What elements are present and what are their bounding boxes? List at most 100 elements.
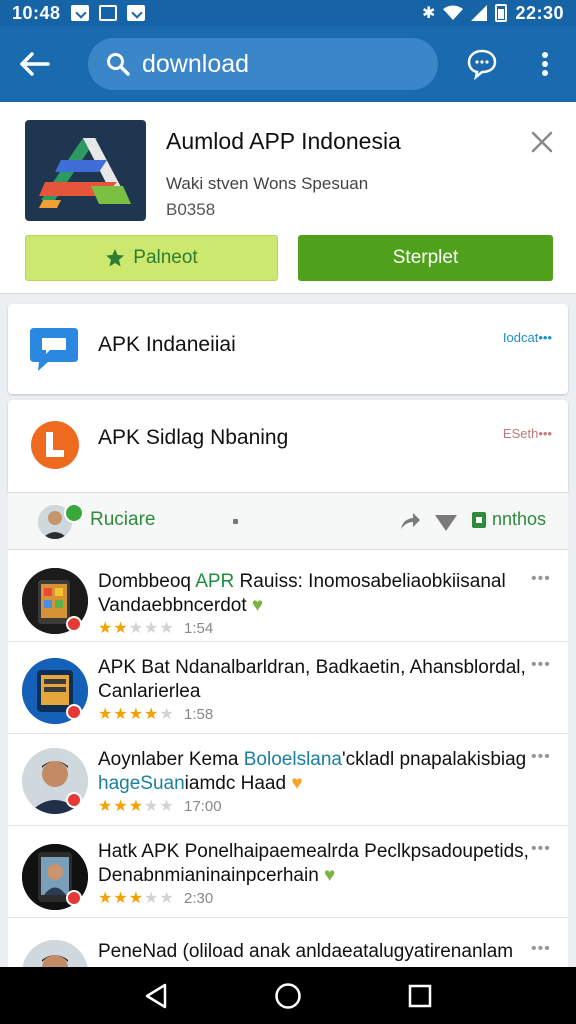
list-item[interactable]: Dombbeoq APR Rauiss: Inomosabeliaobkiisa… [8,550,568,642]
post-text: APK Bat Ndanalbarldran, Badkaetin, Ahans… [98,657,526,702]
wifi-icon [443,5,464,20]
rating-stars: ★★★★★ [98,704,175,724]
separator-dot [233,519,238,524]
promoted-app-title: Aumlod APP Indonesia [166,128,401,154]
star-filled-icon: ★ [113,798,129,815]
post-more-button[interactable]: ••• [531,656,551,674]
star-filled-icon: ★ [113,890,129,907]
more-options-button[interactable] [530,44,560,84]
search-icon [107,53,130,76]
star-empty-icon: ★ [159,706,175,723]
system-nav-bar [0,967,576,1024]
install-button-label: Sterplet [392,247,459,268]
post-time: 1:58 [184,706,214,723]
app-bar: download [0,26,576,102]
star-filled-icon: ★ [98,706,114,723]
star-empty-icon: ★ [159,890,175,907]
nav-recents-icon [408,984,432,1007]
search-query: download [142,49,250,78]
star-empty-icon: ★ [159,798,175,815]
app-badge-icon [66,792,82,808]
status-bar: 10:48 ✱ 22:30 [0,0,576,26]
bluetooth-icon: ✱ [422,5,436,22]
promoted-app-price: B0358 [166,200,216,219]
status-time: 10:48 [12,2,61,23]
post-time: 2:30 [184,890,214,907]
secondary-action-label: Palneot [133,247,198,268]
star-empty-icon: ★ [144,620,160,637]
feed-header: Ruciare nnthos [8,492,568,550]
star-empty-icon: ★ [144,890,160,907]
result-action[interactable]: ESeth••• [503,426,552,441]
app-badge-icon [66,616,82,632]
post-more-button[interactable]: ••• [531,748,551,766]
feed-tag[interactable]: nnthos [472,509,546,530]
result-title: APK Sidlag Nbaning [98,426,289,449]
download-notification-icon [126,5,145,21]
promoted-app-subtitle: Waki stven Wons Spesuan [166,174,369,193]
arrow-back-icon [20,52,50,76]
rating-stars: ★★★★★ [98,618,175,638]
list-item[interactable]: Hatk APK Ponelhaipaemealrda Peclkpsadoup… [8,826,568,918]
close-button[interactable] [528,128,556,156]
post-more-button[interactable]: ••• [531,840,551,858]
orange-app-icon [31,421,79,469]
tag-icon [472,511,486,528]
feed-tag-label: nnthos [492,509,547,529]
star-filled-icon: ★ [98,620,114,637]
search-input[interactable]: download [88,38,438,90]
star-empty-icon: ★ [159,620,175,637]
post-time: 17:00 [184,798,222,815]
list-item[interactable]: APK Bat Ndanalbarldran, Badkaetin, Ahans… [8,642,568,734]
star-filled-icon: ★ [98,890,114,907]
star-icon [106,249,125,267]
post-text: Hatk APK Ponelhaipaemealrda Peclkpsadoup… [98,841,529,886]
feed-section: Ruciare nnthos Dombbeoq APR Rauiss: Inom… [8,492,568,972]
signal-icon [471,5,488,21]
secondary-action-button[interactable]: Palneot [25,235,278,281]
chat-icon [467,49,497,80]
close-icon [531,131,553,153]
app-logo-icon[interactable] [25,120,146,226]
nav-back-icon [145,983,167,1008]
battery-icon [495,4,508,22]
post-text: Dombbeoq APR Rauiss: Inomosabeliaobkiisa… [98,571,506,616]
feed-author[interactable]: Ruciare [90,509,155,531]
post-text: Aoynlaber Kema Boloelslana'ckladl pnapal… [98,749,527,794]
message-app-icon [30,328,78,371]
result-card[interactable]: APK Indaneiiai Iodcat••• [8,304,568,394]
verified-badge-icon [64,503,84,523]
nav-recents-button[interactable] [400,976,440,1016]
nav-home-button[interactable] [268,976,308,1016]
post-more-button[interactable]: ••• [531,570,551,588]
star-filled-icon: ★ [128,706,145,723]
chat-button[interactable] [462,44,502,84]
install-button[interactable]: Sterplet [298,235,553,281]
app-badge-icon [66,704,82,720]
list-item[interactable]: Aoynlaber Kema Boloelslana'ckladl pnapal… [8,734,568,826]
star-filled-icon: ★ [128,798,145,815]
rating-stars: ★★★★★ [98,888,175,908]
post-time: 1:54 [184,620,214,637]
star-empty-icon: ★ [144,798,160,815]
star-filled-icon: ★ [98,798,114,815]
image-notification-icon [98,5,117,21]
result-title: APK Indaneiiai [98,333,236,356]
star-filled-icon: ★ [128,890,145,907]
star-filled-icon: ★ [113,706,129,723]
status-clock: 22:30 [515,2,564,23]
filter-icon[interactable] [434,513,458,533]
star-empty-icon: ★ [128,620,145,637]
post-more-button[interactable]: ••• [531,940,551,958]
back-button[interactable] [0,26,70,102]
nav-back-button[interactable] [136,976,176,1016]
rating-stars: ★★★★★ [98,796,175,816]
share-icon[interactable] [398,509,422,533]
list-item[interactable]: PeneNad (oliload anak anldaeatalugyatire… [8,918,568,972]
nav-home-icon [275,982,301,1009]
notification-icon [70,5,89,21]
result-action[interactable]: Iodcat••• [503,330,552,345]
result-card[interactable]: APK Sidlag Nbaning ESeth••• [8,400,568,492]
more-vert-icon [542,52,548,76]
app-badge-icon [66,890,82,906]
